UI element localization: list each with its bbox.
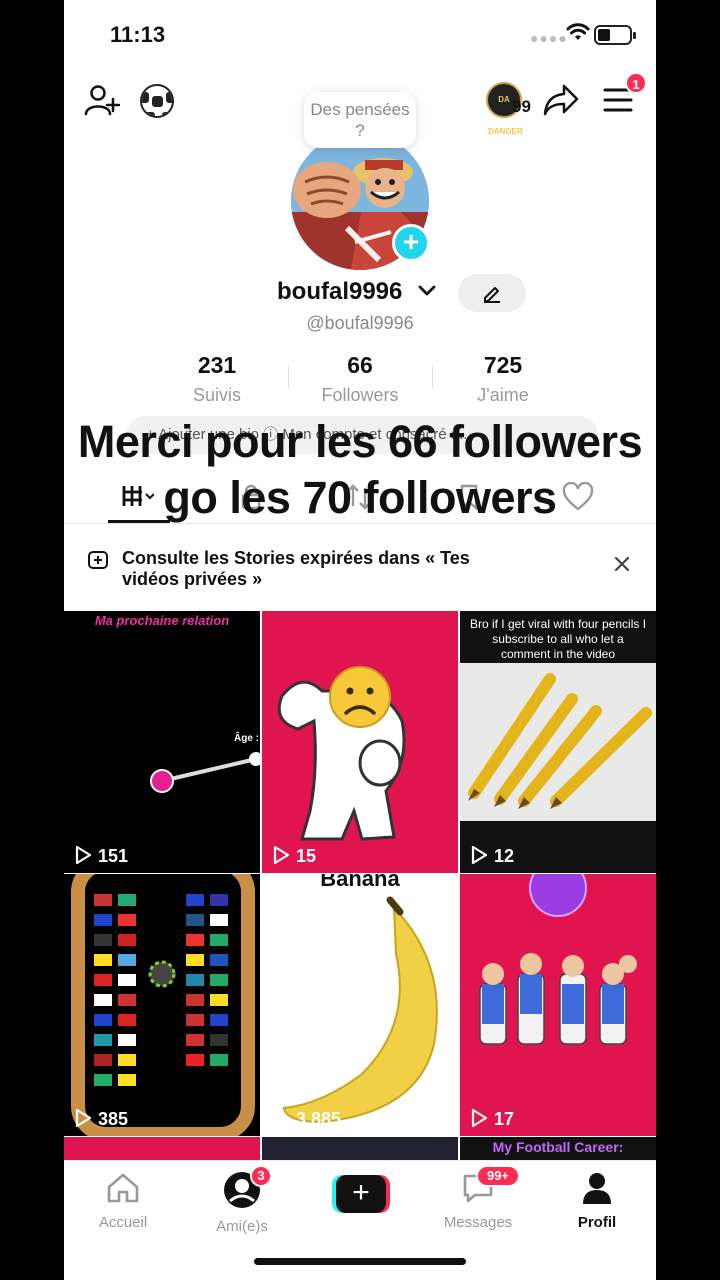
plus-icon: +	[336, 1175, 386, 1213]
battery-icon	[594, 25, 636, 45]
nav-profile[interactable]: Profil	[547, 1171, 647, 1231]
view-count: 17	[470, 1108, 514, 1130]
view-count: 3 885	[272, 1108, 341, 1130]
nav-messages-label: Messages	[443, 1214, 513, 1231]
nav-home[interactable]: Accueil	[73, 1171, 173, 1231]
view-count: 151	[74, 845, 128, 867]
video-tile[interactable]: Banana 3 885	[262, 874, 458, 1136]
share-icon[interactable]	[542, 82, 580, 118]
user-handle: @boufal9996	[306, 313, 414, 333]
video-tile[interactable]: Bro if I get viral with four pencils I s…	[460, 611, 656, 873]
video-tile[interactable]: 385	[64, 874, 260, 1136]
stat-followers[interactable]: 66 Followers	[290, 352, 430, 406]
home-indicator	[254, 1258, 466, 1265]
overlay-line-2: go les 70 followers	[163, 472, 557, 523]
profile-stats: 231 Suivis 66 Followers 725 J'aime	[64, 352, 656, 408]
nav-friends[interactable]: Ami(e)s 3	[192, 1165, 292, 1235]
stat-label: Suivis	[192, 385, 241, 405]
nav-messages[interactable]: Messages 99+	[428, 1165, 528, 1231]
tile-artwork	[64, 874, 260, 1136]
view-count: 15	[272, 845, 316, 867]
profile-screen: 11:13 ●●●● DA DANGER 99 1 Des pensées ?	[64, 0, 656, 1280]
tile-artwork	[460, 874, 656, 1136]
stat-following[interactable]: 231 Suivis	[147, 352, 287, 406]
profile-icon	[583, 1173, 611, 1204]
play-icon	[471, 1108, 488, 1128]
stat-label: Followers	[321, 385, 399, 405]
soccer-ball-icon[interactable]	[140, 84, 174, 118]
tile-artwork	[262, 611, 458, 873]
tile-artwork	[262, 874, 458, 1136]
avatar-count: 99	[512, 97, 531, 116]
video-grid: Ma prochaine relation Âge : 151 15 Bro i…	[64, 611, 656, 1167]
story-add-icon	[88, 551, 108, 569]
stories-banner-text: Consulte les Stories expirées dans « Tes…	[122, 548, 470, 589]
video-caption: Bro if I get viral with four pencils I s…	[469, 617, 647, 661]
play-icon	[273, 1108, 290, 1128]
video-caption: Ma prochaine relation	[94, 613, 230, 628]
play-icon	[273, 845, 290, 865]
view-count-value: 3 885	[296, 1109, 342, 1129]
nav-profile-label: Profil	[577, 1214, 617, 1231]
username[interactable]: boufal9996	[277, 278, 402, 306]
nav-friends-label: Ami(e)s	[216, 1218, 268, 1235]
stories-banner[interactable]: Consulte les Stories expirées dans « Tes…	[64, 528, 656, 612]
view-count-value: 17	[494, 1109, 515, 1129]
messages-badge: 99+	[476, 1165, 520, 1187]
age-label: Âge :	[234, 733, 259, 744]
overlay-line-1: Merci pour les 66 followers	[77, 416, 643, 467]
add-story-button[interactable]: +	[392, 224, 430, 262]
nav-home-label: Accueil	[98, 1214, 148, 1231]
status-time: 11:13	[110, 22, 166, 47]
chevron-down-icon[interactable]	[417, 284, 437, 298]
stat-value: 725	[483, 352, 523, 378]
video-tile[interactable]: 15	[262, 611, 458, 873]
stat-likes[interactable]: 725 J'aime	[433, 352, 573, 406]
tile-artwork	[64, 611, 260, 873]
view-count-value: 15	[296, 846, 317, 866]
video-tile[interactable]: Ma prochaine relation Âge : 151	[64, 611, 260, 873]
stat-value: 66	[347, 352, 373, 378]
play-icon	[75, 1108, 92, 1128]
stat-value: 231	[197, 352, 237, 378]
view-count-value: 151	[98, 846, 129, 866]
pencil-icon	[484, 287, 500, 303]
view-count: 12	[470, 845, 514, 867]
friends-badge: 3	[250, 1165, 272, 1187]
stat-divider	[288, 366, 289, 388]
view-count: 385	[74, 1108, 128, 1130]
view-count-value: 385	[98, 1109, 129, 1129]
video-tile[interactable]: 17	[460, 874, 656, 1136]
play-icon	[75, 845, 92, 865]
video-overlay-caption: Merci pour les 66 followers go les 70 fo…	[64, 414, 656, 526]
play-icon	[471, 845, 488, 865]
menu-notification-badge: 1	[625, 72, 647, 94]
home-icon	[107, 1173, 139, 1203]
status-bar: 11:13 ●●●●	[64, 0, 656, 70]
close-icon[interactable]	[614, 556, 630, 572]
video-caption: Banana	[320, 874, 400, 891]
stat-label: J'aime	[477, 385, 529, 405]
cellular-signal-icon: ●●●●	[530, 30, 568, 46]
wifi-icon	[566, 23, 590, 40]
video-caption: My Football Career:	[492, 1139, 624, 1155]
thought-bubble[interactable]: Des pensées ?	[304, 92, 416, 148]
edit-profile-button[interactable]	[458, 274, 526, 312]
create-button[interactable]: +	[332, 1175, 390, 1213]
person-plus-icon[interactable]	[84, 82, 120, 118]
view-count-value: 12	[494, 846, 515, 866]
